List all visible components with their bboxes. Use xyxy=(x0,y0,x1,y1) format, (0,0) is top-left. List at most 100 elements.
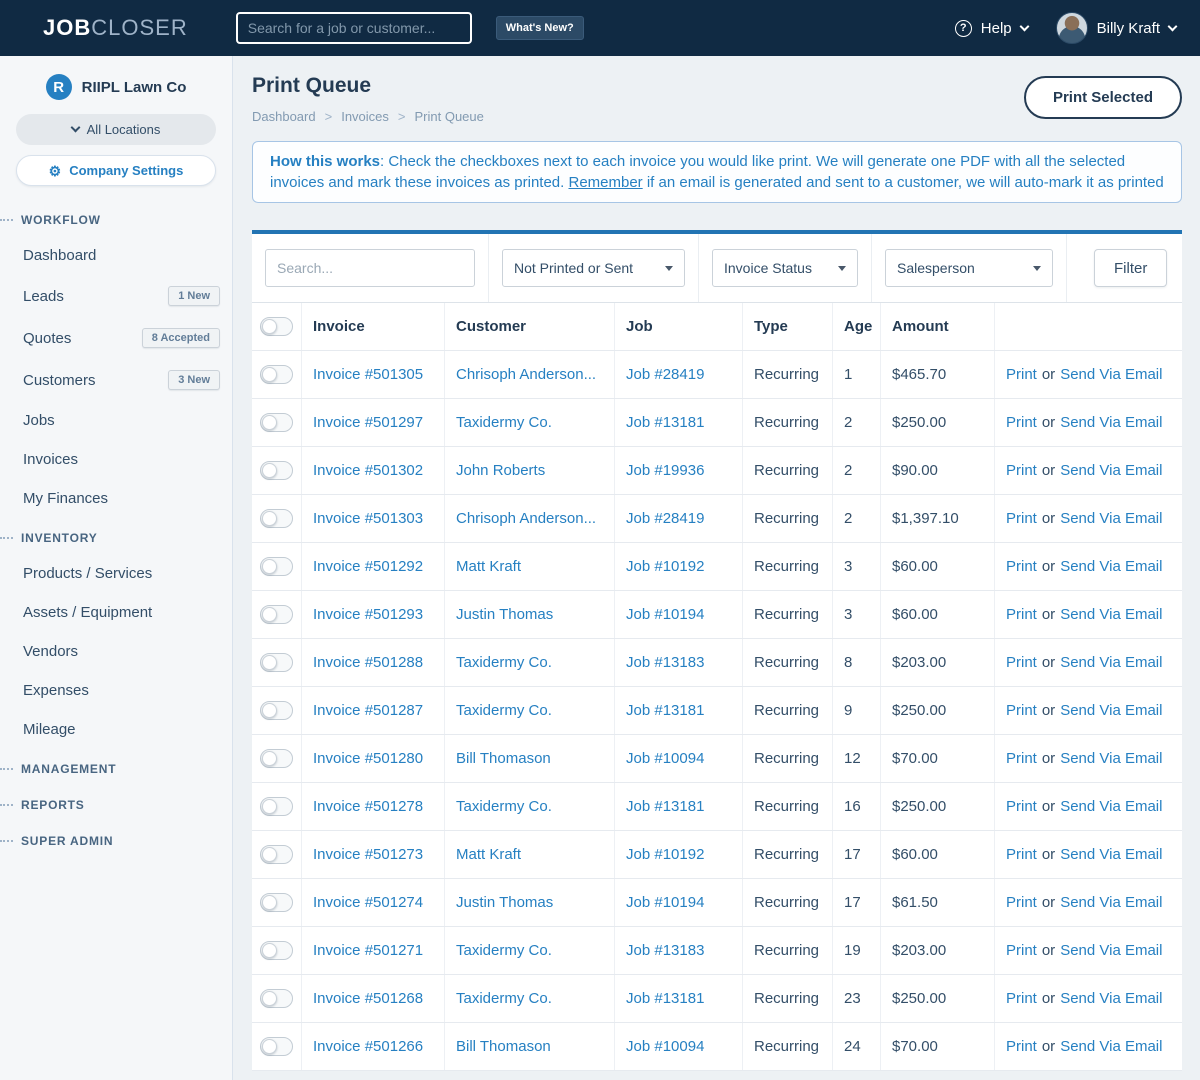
user-menu[interactable]: Billy Kraft xyxy=(1055,12,1178,44)
print-link[interactable]: Print xyxy=(1006,414,1037,431)
row-toggle[interactable] xyxy=(260,941,293,960)
row-toggle[interactable] xyxy=(260,701,293,720)
job-link[interactable]: Job #19936 xyxy=(626,462,704,479)
row-toggle[interactable] xyxy=(260,797,293,816)
customer-link[interactable]: Bill Thomason xyxy=(456,750,551,767)
row-toggle[interactable] xyxy=(260,605,293,624)
row-toggle[interactable] xyxy=(260,893,293,912)
row-toggle[interactable] xyxy=(260,413,293,432)
job-link[interactable]: Job #28419 xyxy=(626,366,704,383)
sidebar-item-leads[interactable]: Leads 1 New xyxy=(0,275,232,317)
sidebar-item-expenses[interactable]: Expenses xyxy=(0,671,232,710)
printed-filter-select[interactable]: Not Printed or Sent xyxy=(502,249,685,287)
sidebar-item-jobs[interactable]: Jobs xyxy=(0,401,232,440)
send-email-link[interactable]: Send Via Email xyxy=(1060,846,1162,863)
invoice-link[interactable]: Invoice #501274 xyxy=(313,894,423,911)
filter-button[interactable]: Filter xyxy=(1094,249,1168,287)
job-link[interactable]: Job #13183 xyxy=(626,942,704,959)
nav-section-header[interactable]: INVENTORY xyxy=(0,518,232,554)
job-link[interactable]: Job #10194 xyxy=(626,606,704,623)
print-link[interactable]: Print xyxy=(1006,702,1037,719)
invoice-link[interactable]: Invoice #501297 xyxy=(313,414,423,431)
send-email-link[interactable]: Send Via Email xyxy=(1060,942,1162,959)
customer-link[interactable]: Matt Kraft xyxy=(456,558,521,575)
customer-link[interactable]: Taxidermy Co. xyxy=(456,942,552,959)
send-email-link[interactable]: Send Via Email xyxy=(1060,606,1162,623)
job-link[interactable]: Job #28419 xyxy=(626,510,704,527)
invoice-link[interactable]: Invoice #501287 xyxy=(313,702,423,719)
invoice-link[interactable]: Invoice #501266 xyxy=(313,1038,423,1055)
invoice-link[interactable]: Invoice #501280 xyxy=(313,750,423,767)
invoice-link[interactable]: Invoice #501268 xyxy=(313,990,423,1007)
print-link[interactable]: Print xyxy=(1006,654,1037,671)
nav-section-header[interactable]: SUPER ADMIN xyxy=(0,821,232,857)
row-toggle[interactable] xyxy=(260,845,293,864)
send-email-link[interactable]: Send Via Email xyxy=(1060,702,1162,719)
send-email-link[interactable]: Send Via Email xyxy=(1060,990,1162,1007)
invoice-link[interactable]: Invoice #501288 xyxy=(313,654,423,671)
breadcrumb-invoices[interactable]: Invoices xyxy=(341,109,389,124)
customer-link[interactable]: Taxidermy Co. xyxy=(456,798,552,815)
print-link[interactable]: Print xyxy=(1006,558,1037,575)
send-email-link[interactable]: Send Via Email xyxy=(1060,510,1162,527)
sidebar-item-assets-equipment[interactable]: Assets / Equipment xyxy=(0,593,232,632)
job-link[interactable]: Job #10094 xyxy=(626,1038,704,1055)
customer-link[interactable]: Bill Thomason xyxy=(456,1038,551,1055)
nav-section-header[interactable]: MANAGEMENT xyxy=(0,749,232,785)
job-link[interactable]: Job #13181 xyxy=(626,990,704,1007)
sidebar-item-my-finances[interactable]: My Finances xyxy=(0,479,232,518)
row-toggle[interactable] xyxy=(260,989,293,1008)
sidebar-item-invoices[interactable]: Invoices xyxy=(0,440,232,479)
customer-link[interactable]: Taxidermy Co. xyxy=(456,654,552,671)
print-link[interactable]: Print xyxy=(1006,894,1037,911)
customer-link[interactable]: Chrisoph Anderson... xyxy=(456,510,596,527)
send-email-link[interactable]: Send Via Email xyxy=(1060,1038,1162,1055)
send-email-link[interactable]: Send Via Email xyxy=(1060,462,1162,479)
print-link[interactable]: Print xyxy=(1006,366,1037,383)
print-link[interactable]: Print xyxy=(1006,990,1037,1007)
send-email-link[interactable]: Send Via Email xyxy=(1060,414,1162,431)
send-email-link[interactable]: Send Via Email xyxy=(1060,654,1162,671)
job-link[interactable]: Job #10194 xyxy=(626,894,704,911)
send-email-link[interactable]: Send Via Email xyxy=(1060,750,1162,767)
row-toggle[interactable] xyxy=(260,749,293,768)
whats-new-button[interactable]: What's New? xyxy=(495,16,584,40)
print-selected-button[interactable]: Print Selected xyxy=(1023,76,1182,119)
customer-link[interactable]: Chrisoph Anderson... xyxy=(456,366,596,383)
salesperson-select[interactable]: Salesperson xyxy=(885,249,1053,287)
job-link[interactable]: Job #13183 xyxy=(626,654,704,671)
nav-section-header[interactable]: WORKFLOW xyxy=(0,200,232,236)
row-toggle[interactable] xyxy=(260,461,293,480)
send-email-link[interactable]: Send Via Email xyxy=(1060,798,1162,815)
print-link[interactable]: Print xyxy=(1006,510,1037,527)
customer-link[interactable]: Matt Kraft xyxy=(456,846,521,863)
select-all-toggle[interactable] xyxy=(260,317,293,336)
job-link[interactable]: Job #13181 xyxy=(626,798,704,815)
send-email-link[interactable]: Send Via Email xyxy=(1060,558,1162,575)
help-menu[interactable]: ? Help xyxy=(954,19,1030,37)
sidebar-item-customers[interactable]: Customers 3 New xyxy=(0,359,232,401)
print-link[interactable]: Print xyxy=(1006,606,1037,623)
global-search-input[interactable] xyxy=(235,12,472,44)
row-toggle[interactable] xyxy=(260,653,293,672)
print-link[interactable]: Print xyxy=(1006,846,1037,863)
nav-section-header[interactable]: REPORTS xyxy=(0,785,232,821)
invoice-link[interactable]: Invoice #501271 xyxy=(313,942,423,959)
print-link[interactable]: Print xyxy=(1006,942,1037,959)
send-email-link[interactable]: Send Via Email xyxy=(1060,894,1162,911)
invoice-status-select[interactable]: Invoice Status xyxy=(712,249,858,287)
invoice-link[interactable]: Invoice #501302 xyxy=(313,462,423,479)
print-link[interactable]: Print xyxy=(1006,462,1037,479)
sidebar-item-quotes[interactable]: Quotes 8 Accepted xyxy=(0,317,232,359)
customer-link[interactable]: Taxidermy Co. xyxy=(456,414,552,431)
invoice-link[interactable]: Invoice #501273 xyxy=(313,846,423,863)
customer-link[interactable]: Taxidermy Co. xyxy=(456,990,552,1007)
print-link[interactable]: Print xyxy=(1006,1038,1037,1055)
invoice-link[interactable]: Invoice #501292 xyxy=(313,558,423,575)
print-link[interactable]: Print xyxy=(1006,750,1037,767)
invoice-link[interactable]: Invoice #501303 xyxy=(313,510,423,527)
sidebar-item-dashboard[interactable]: Dashboard xyxy=(0,236,232,275)
table-search-input[interactable] xyxy=(265,249,475,287)
row-toggle[interactable] xyxy=(260,1037,293,1056)
sidebar-item-mileage[interactable]: Mileage xyxy=(0,710,232,749)
